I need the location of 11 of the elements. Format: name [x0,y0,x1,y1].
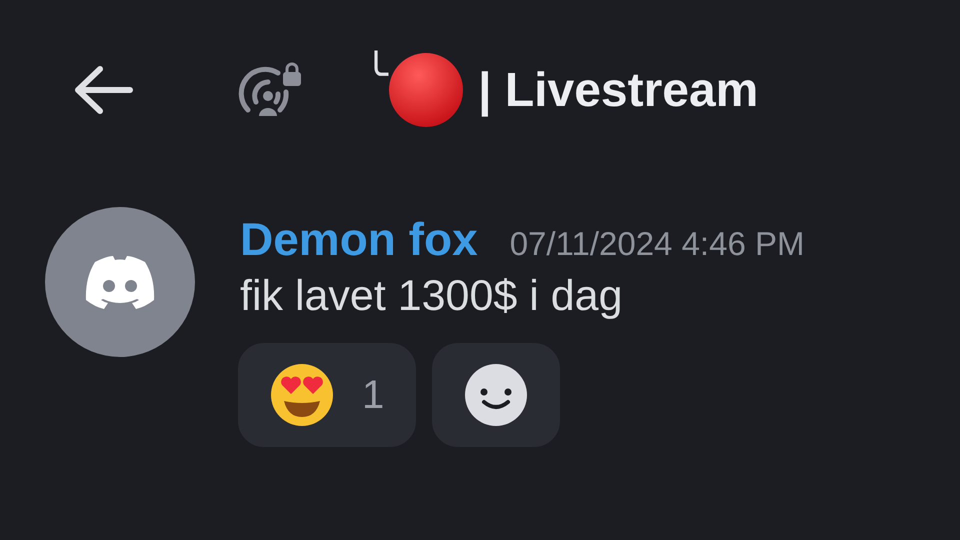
heart-eyes-emoji-icon [270,363,334,427]
channel-title: | Livestream [478,62,758,118]
channel-title-prefix: ╰ [364,50,388,100]
live-dot-icon [388,52,464,128]
timestamp: 07/11/2024 4:46 PM [510,225,804,263]
smiley-icon [464,363,528,427]
back-arrow-icon [72,65,134,115]
reaction-button[interactable]: 1 [238,343,416,447]
add-reaction-button[interactable] [432,343,560,447]
author-name[interactable]: Demon fox [240,212,478,266]
message-text: fik lavet 1300$ i dag [240,272,624,321]
